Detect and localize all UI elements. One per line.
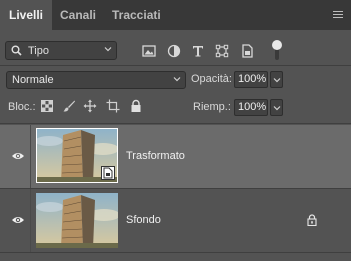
layer-name[interactable]: Trasformato bbox=[126, 150, 185, 162]
smart-object-filter-icon[interactable] bbox=[239, 43, 255, 59]
lock-all-icon[interactable] bbox=[129, 99, 143, 113]
filter-toggle[interactable] bbox=[272, 40, 282, 60]
tab-bar: Livelli Canali Tracciati bbox=[0, 0, 351, 30]
layer-row-trasformato[interactable]: Trasformato bbox=[0, 125, 351, 188]
shape-filter-icon[interactable] bbox=[214, 43, 230, 59]
eye-icon[interactable] bbox=[11, 151, 25, 161]
lock-transparent-icon[interactable] bbox=[40, 99, 54, 113]
lock-icon bbox=[307, 214, 317, 226]
divider bbox=[0, 123, 351, 124]
image-filter-icon[interactable] bbox=[141, 43, 157, 59]
layer-name[interactable]: Sfondo bbox=[126, 214, 161, 226]
opacity-dropdown-button[interactable] bbox=[270, 71, 283, 88]
divider bbox=[30, 125, 31, 188]
blend-mode-select[interactable]: Normale bbox=[6, 71, 186, 89]
tab-canali[interactable]: Canali bbox=[60, 0, 96, 30]
adjustment-filter-icon[interactable] bbox=[166, 43, 182, 59]
filter-type-select[interactable]: Tipo bbox=[5, 41, 117, 60]
layer-thumbnail[interactable] bbox=[36, 193, 118, 248]
blend-mode-value: Normale bbox=[12, 74, 54, 86]
filter-type-label: Tipo bbox=[28, 45, 49, 57]
chevron-down-icon bbox=[173, 77, 181, 82]
opacity-input[interactable]: 100% bbox=[234, 71, 268, 88]
fill-label: Riemp.: bbox=[193, 101, 231, 113]
divider bbox=[0, 65, 351, 66]
opacity-label: Opacità: bbox=[191, 73, 232, 85]
layer-row-sfondo[interactable]: Sfondo bbox=[0, 189, 351, 252]
layer-thumbnail[interactable] bbox=[36, 128, 118, 183]
search-icon bbox=[11, 45, 22, 56]
tab-tracciati[interactable]: Tracciati bbox=[112, 0, 161, 30]
smart-object-badge-icon bbox=[101, 166, 115, 180]
type-filter-icon[interactable] bbox=[190, 43, 206, 59]
lock-artboard-icon[interactable] bbox=[106, 99, 120, 113]
panel-menu-icon[interactable] bbox=[333, 11, 343, 19]
lock-image-icon[interactable] bbox=[62, 99, 76, 113]
tab-livelli[interactable]: Livelli bbox=[0, 0, 52, 30]
fill-input[interactable]: 100% bbox=[234, 99, 268, 116]
lock-label: Bloc.: bbox=[8, 101, 36, 113]
lock-position-icon[interactable] bbox=[83, 99, 97, 113]
eye-icon[interactable] bbox=[11, 215, 25, 225]
chevron-down-icon bbox=[104, 47, 112, 52]
layers-panel: Livelli Canali Tracciati Tipo Normale Op… bbox=[0, 0, 351, 261]
divider bbox=[0, 252, 351, 253]
building-image bbox=[36, 193, 118, 248]
fill-dropdown-button[interactable] bbox=[270, 99, 283, 116]
chevron-down-icon bbox=[273, 78, 281, 83]
divider bbox=[30, 189, 31, 252]
chevron-down-icon bbox=[273, 106, 281, 111]
